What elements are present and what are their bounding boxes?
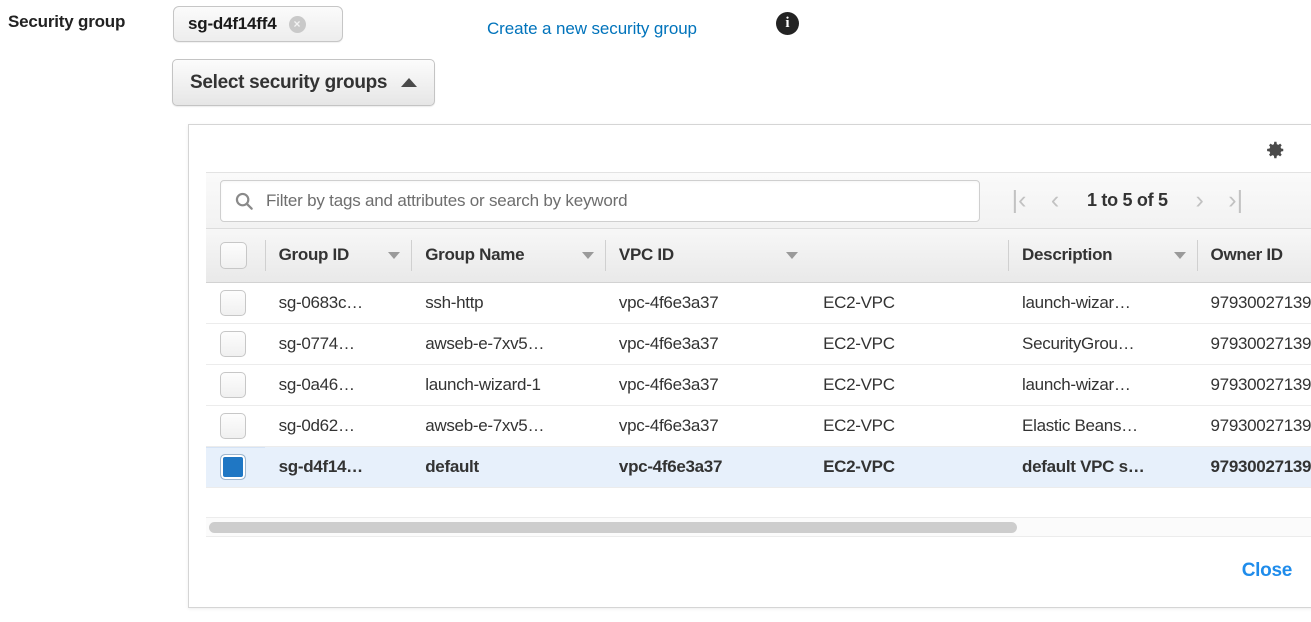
- search-input[interactable]: [264, 190, 954, 212]
- prev-page-button[interactable]: ‹: [1038, 181, 1072, 221]
- cell-group-id: sg-0774…: [265, 323, 412, 364]
- info-icon[interactable]: i: [776, 12, 799, 35]
- first-page-button[interactable]: |‹: [1002, 181, 1036, 221]
- cell-vpc-id: vpc-4f6e3a37: [605, 364, 809, 405]
- row-checkbox-cell[interactable]: [206, 323, 265, 364]
- cell-platform: EC2-VPC: [809, 364, 1008, 405]
- row-checkbox[interactable]: [220, 372, 246, 398]
- cell-vpc-id: vpc-4f6e3a37: [605, 405, 809, 446]
- table-body: sg-0683c…ssh-httpvpc-4f6e3a37EC2-VPClaun…: [206, 282, 1311, 487]
- cell-owner-id: 979300271395: [1197, 405, 1311, 446]
- security-group-selector-page: Security group sg-d4f14ff4 × Create a ne…: [0, 0, 1311, 622]
- cell-description: default VPC s…: [1008, 446, 1196, 487]
- row-checkbox[interactable]: [220, 454, 246, 480]
- token-label: sg-d4f14ff4: [188, 14, 277, 34]
- cell-group-id: sg-d4f14…: [265, 446, 412, 487]
- table-toolbar: |‹ ‹ 1 to 5 of 5 › ›|: [206, 172, 1311, 229]
- chevron-down-icon: [388, 252, 400, 259]
- security-groups-dropdown-panel: |‹ ‹ 1 to 5 of 5 › ›| Group ID: [188, 124, 1311, 608]
- cell-vpc-id: vpc-4f6e3a37: [605, 446, 809, 487]
- cell-owner-id: 979300271395: [1197, 446, 1311, 487]
- cell-owner-id: 979300271395: [1197, 282, 1311, 323]
- close-button[interactable]: Close: [1242, 560, 1292, 582]
- security-groups-table-container: Group ID Group Name VP: [206, 229, 1311, 514]
- column-header-description[interactable]: Description: [1008, 229, 1196, 282]
- cell-group-id: sg-0d62…: [265, 405, 412, 446]
- table-header: Group ID Group Name VP: [206, 229, 1311, 282]
- cell-group-id: sg-0683c…: [265, 282, 412, 323]
- security-group-label: Security group: [8, 12, 125, 32]
- column-header-vpc-id-label: VPC ID: [619, 245, 674, 265]
- cell-description: SecurityGrou…: [1008, 323, 1196, 364]
- column-header-group-id-label: Group ID: [279, 245, 349, 265]
- select-security-groups-label: Select security groups: [190, 72, 387, 94]
- cell-platform: EC2-VPC: [809, 446, 1008, 487]
- cell-group-name: ssh-http: [411, 282, 605, 323]
- table-row[interactable]: sg-0683c…ssh-httpvpc-4f6e3a37EC2-VPClaun…: [206, 282, 1311, 323]
- chevron-down-icon: [1174, 252, 1186, 259]
- cell-description: launch-wizar…: [1008, 282, 1196, 323]
- table-row[interactable]: sg-0a46…launch-wizard-1vpc-4f6e3a37EC2-V…: [206, 364, 1311, 405]
- table-header-row: Group ID Group Name VP: [206, 229, 1311, 282]
- table-row[interactable]: sg-0d62…awseb-e-7xv5…vpc-4f6e3a37EC2-VPC…: [206, 405, 1311, 446]
- cell-owner-id: 979300271395: [1197, 364, 1311, 405]
- next-page-button[interactable]: ›: [1183, 181, 1217, 221]
- row-checkbox-cell[interactable]: [206, 282, 265, 323]
- last-page-button[interactable]: ›|: [1219, 181, 1253, 221]
- cell-group-name: launch-wizard-1: [411, 364, 605, 405]
- column-header-vpc-id[interactable]: VPC ID: [605, 229, 809, 282]
- cell-platform: EC2-VPC: [809, 282, 1008, 323]
- table-row[interactable]: sg-d4f14…defaultvpc-4f6e3a37EC2-VPCdefau…: [206, 446, 1311, 487]
- gear-icon[interactable]: [1264, 139, 1286, 161]
- cell-group-name: default: [411, 446, 605, 487]
- selected-security-group-token[interactable]: sg-d4f14ff4 ×: [173, 6, 343, 42]
- column-header-owner-id[interactable]: Owner ID: [1197, 229, 1311, 282]
- horizontal-scrollbar[interactable]: [206, 517, 1311, 537]
- cell-description: launch-wizar…: [1008, 364, 1196, 405]
- security-groups-table: Group ID Group Name VP: [206, 229, 1311, 488]
- search-icon: [233, 190, 255, 212]
- horizontal-scrollbar-thumb[interactable]: [209, 522, 1017, 533]
- cell-platform: EC2-VPC: [809, 323, 1008, 364]
- row-checkbox-cell[interactable]: [206, 405, 265, 446]
- cell-group-name: awseb-e-7xv5…: [411, 323, 605, 364]
- cell-group-id: sg-0a46…: [265, 364, 412, 405]
- row-checkbox-cell[interactable]: [206, 364, 265, 405]
- column-header-group-id[interactable]: Group ID: [265, 229, 412, 282]
- cell-group-name: awseb-e-7xv5…: [411, 405, 605, 446]
- row-checkbox[interactable]: [220, 331, 246, 357]
- column-header-description-label: Description: [1022, 245, 1112, 265]
- row-checkbox[interactable]: [220, 413, 246, 439]
- chevron-down-icon: [786, 252, 798, 259]
- select-security-groups-button[interactable]: Select security groups: [172, 59, 435, 106]
- remove-token-icon[interactable]: ×: [289, 16, 306, 33]
- pagination-controls: |‹ ‹ 1 to 5 of 5 › ›|: [1002, 181, 1253, 221]
- column-header-group-name[interactable]: Group Name: [411, 229, 605, 282]
- search-box[interactable]: [220, 180, 980, 222]
- cell-owner-id: 979300271395: [1197, 323, 1311, 364]
- cell-vpc-id: vpc-4f6e3a37: [605, 323, 809, 364]
- select-all-header: [206, 229, 265, 282]
- column-header-group-name-label: Group Name: [425, 245, 524, 265]
- table-row[interactable]: sg-0774…awseb-e-7xv5…vpc-4f6e3a37EC2-VPC…: [206, 323, 1311, 364]
- cell-description: Elastic Beans…: [1008, 405, 1196, 446]
- chevron-up-icon: [401, 78, 417, 87]
- chevron-down-icon: [582, 252, 594, 259]
- create-new-security-group-link[interactable]: Create a new security group: [487, 19, 697, 39]
- select-all-checkbox[interactable]: [220, 242, 247, 269]
- column-header-platform[interactable]: [809, 229, 1008, 282]
- cell-platform: EC2-VPC: [809, 405, 1008, 446]
- cell-vpc-id: vpc-4f6e3a37: [605, 282, 809, 323]
- row-checkbox[interactable]: [220, 290, 246, 316]
- pagination-count: 1 to 5 of 5: [1074, 190, 1181, 211]
- column-header-owner-id-label: Owner ID: [1211, 245, 1283, 265]
- row-checkbox-cell[interactable]: [206, 446, 265, 487]
